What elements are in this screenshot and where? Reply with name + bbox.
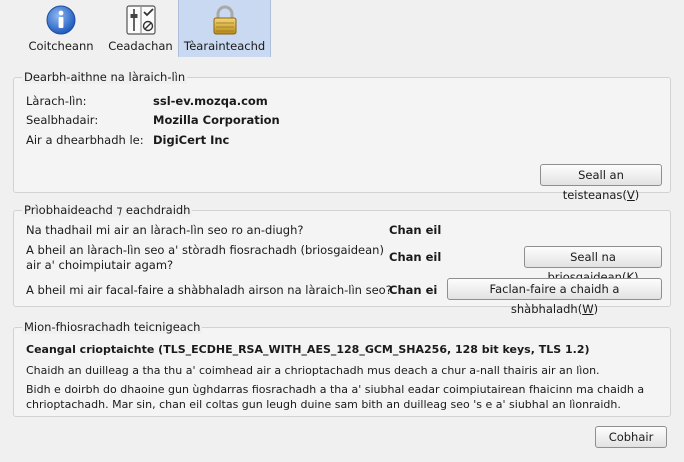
website-value: ssl-ev.mozqa.com — [153, 94, 268, 108]
passwords-answer: Chan ei — [389, 283, 438, 297]
privacy-history-group: Prìobhaideachd ⁊ eachdraidh Na thadhail … — [13, 203, 671, 316]
cookies-answer: Chan eil — [389, 250, 442, 264]
website-identity-legend: Dearbh-aithne na làraich-lìn — [22, 70, 188, 84]
permissions-icon — [125, 5, 156, 35]
tab-general-label: Coitcheann — [28, 39, 94, 53]
view-certificate-label: Seall an teisteanas — [562, 168, 624, 202]
tab-security[interactable]: Tèarainteachd — [178, 0, 271, 57]
verifier-label: Air a dhearbhadh le: — [26, 133, 144, 147]
technical-details-group: Mion-fhiosrachadh teicnigeach Ceangal cr… — [13, 320, 671, 417]
cookies-question-line1: A bheil an làrach-lìn seo a' stòradh fio… — [26, 243, 384, 257]
saved-passwords-accesskey: W — [582, 302, 594, 316]
page-info-toolbar: Coitcheann Ceadachan Tèarainteachd — [0, 0, 684, 57]
privacy-history-legend: Prìobhaideachd ⁊ eachdraidh — [22, 203, 193, 217]
cipher-details: Ceangal crioptaichte (TLS_ECDHE_RSA_WITH… — [26, 343, 590, 356]
tab-security-label: Tèarainteachd — [183, 39, 266, 53]
owner-value: Mozilla Corporation — [153, 113, 280, 127]
cookies-question-line2: air a' choimpiutair agam? — [26, 258, 174, 272]
help-button[interactable]: Cobhair — [595, 426, 667, 448]
encryption-explanation-line2: Bidh e doirbh do dhaoine gun ùghdarras f… — [26, 383, 645, 396]
padlock-icon — [213, 5, 236, 35]
encryption-explanation-line1: Chaidh an duilleag a tha thu a' coimhead… — [26, 364, 600, 377]
saved-passwords-label: Faclan-faire a chaidh a shàbhaladh — [489, 282, 620, 316]
owner-label: Sealbhadair: — [26, 113, 99, 127]
visited-question: Na thadhail mi air an làrach-lìn seo ro … — [26, 223, 304, 237]
tab-permissions-label: Ceadachan — [108, 39, 173, 53]
view-certificate-button[interactable]: Seall an teisteanas(V) — [540, 164, 662, 202]
encryption-explanation-line3: chrioptachadh. Mar sin, chan eil coltas … — [26, 398, 621, 411]
website-identity-group: Dearbh-aithne na làraich-lìn Làrach-lìn:… — [13, 70, 671, 202]
tab-permissions[interactable]: Ceadachan — [103, 0, 178, 57]
technical-details-legend: Mion-fhiosrachadh teicnigeach — [22, 320, 203, 334]
passwords-question: A bheil mi air facal-faire a shàbhaladh … — [26, 283, 392, 297]
verifier-value: DigiCert Inc — [153, 133, 230, 147]
view-cookies-button[interactable]: Seall na briosgaidean(K) — [524, 246, 662, 284]
saved-passwords-button[interactable]: Faclan-faire a chaidh a shàbhaladh(W) — [447, 278, 662, 316]
view-certificate-accesskey: V — [626, 188, 635, 202]
info-icon — [46, 5, 76, 35]
website-label: Làrach-lìn: — [26, 94, 87, 108]
tab-general[interactable]: Coitcheann — [19, 0, 103, 57]
visited-answer: Chan eil — [389, 223, 442, 237]
